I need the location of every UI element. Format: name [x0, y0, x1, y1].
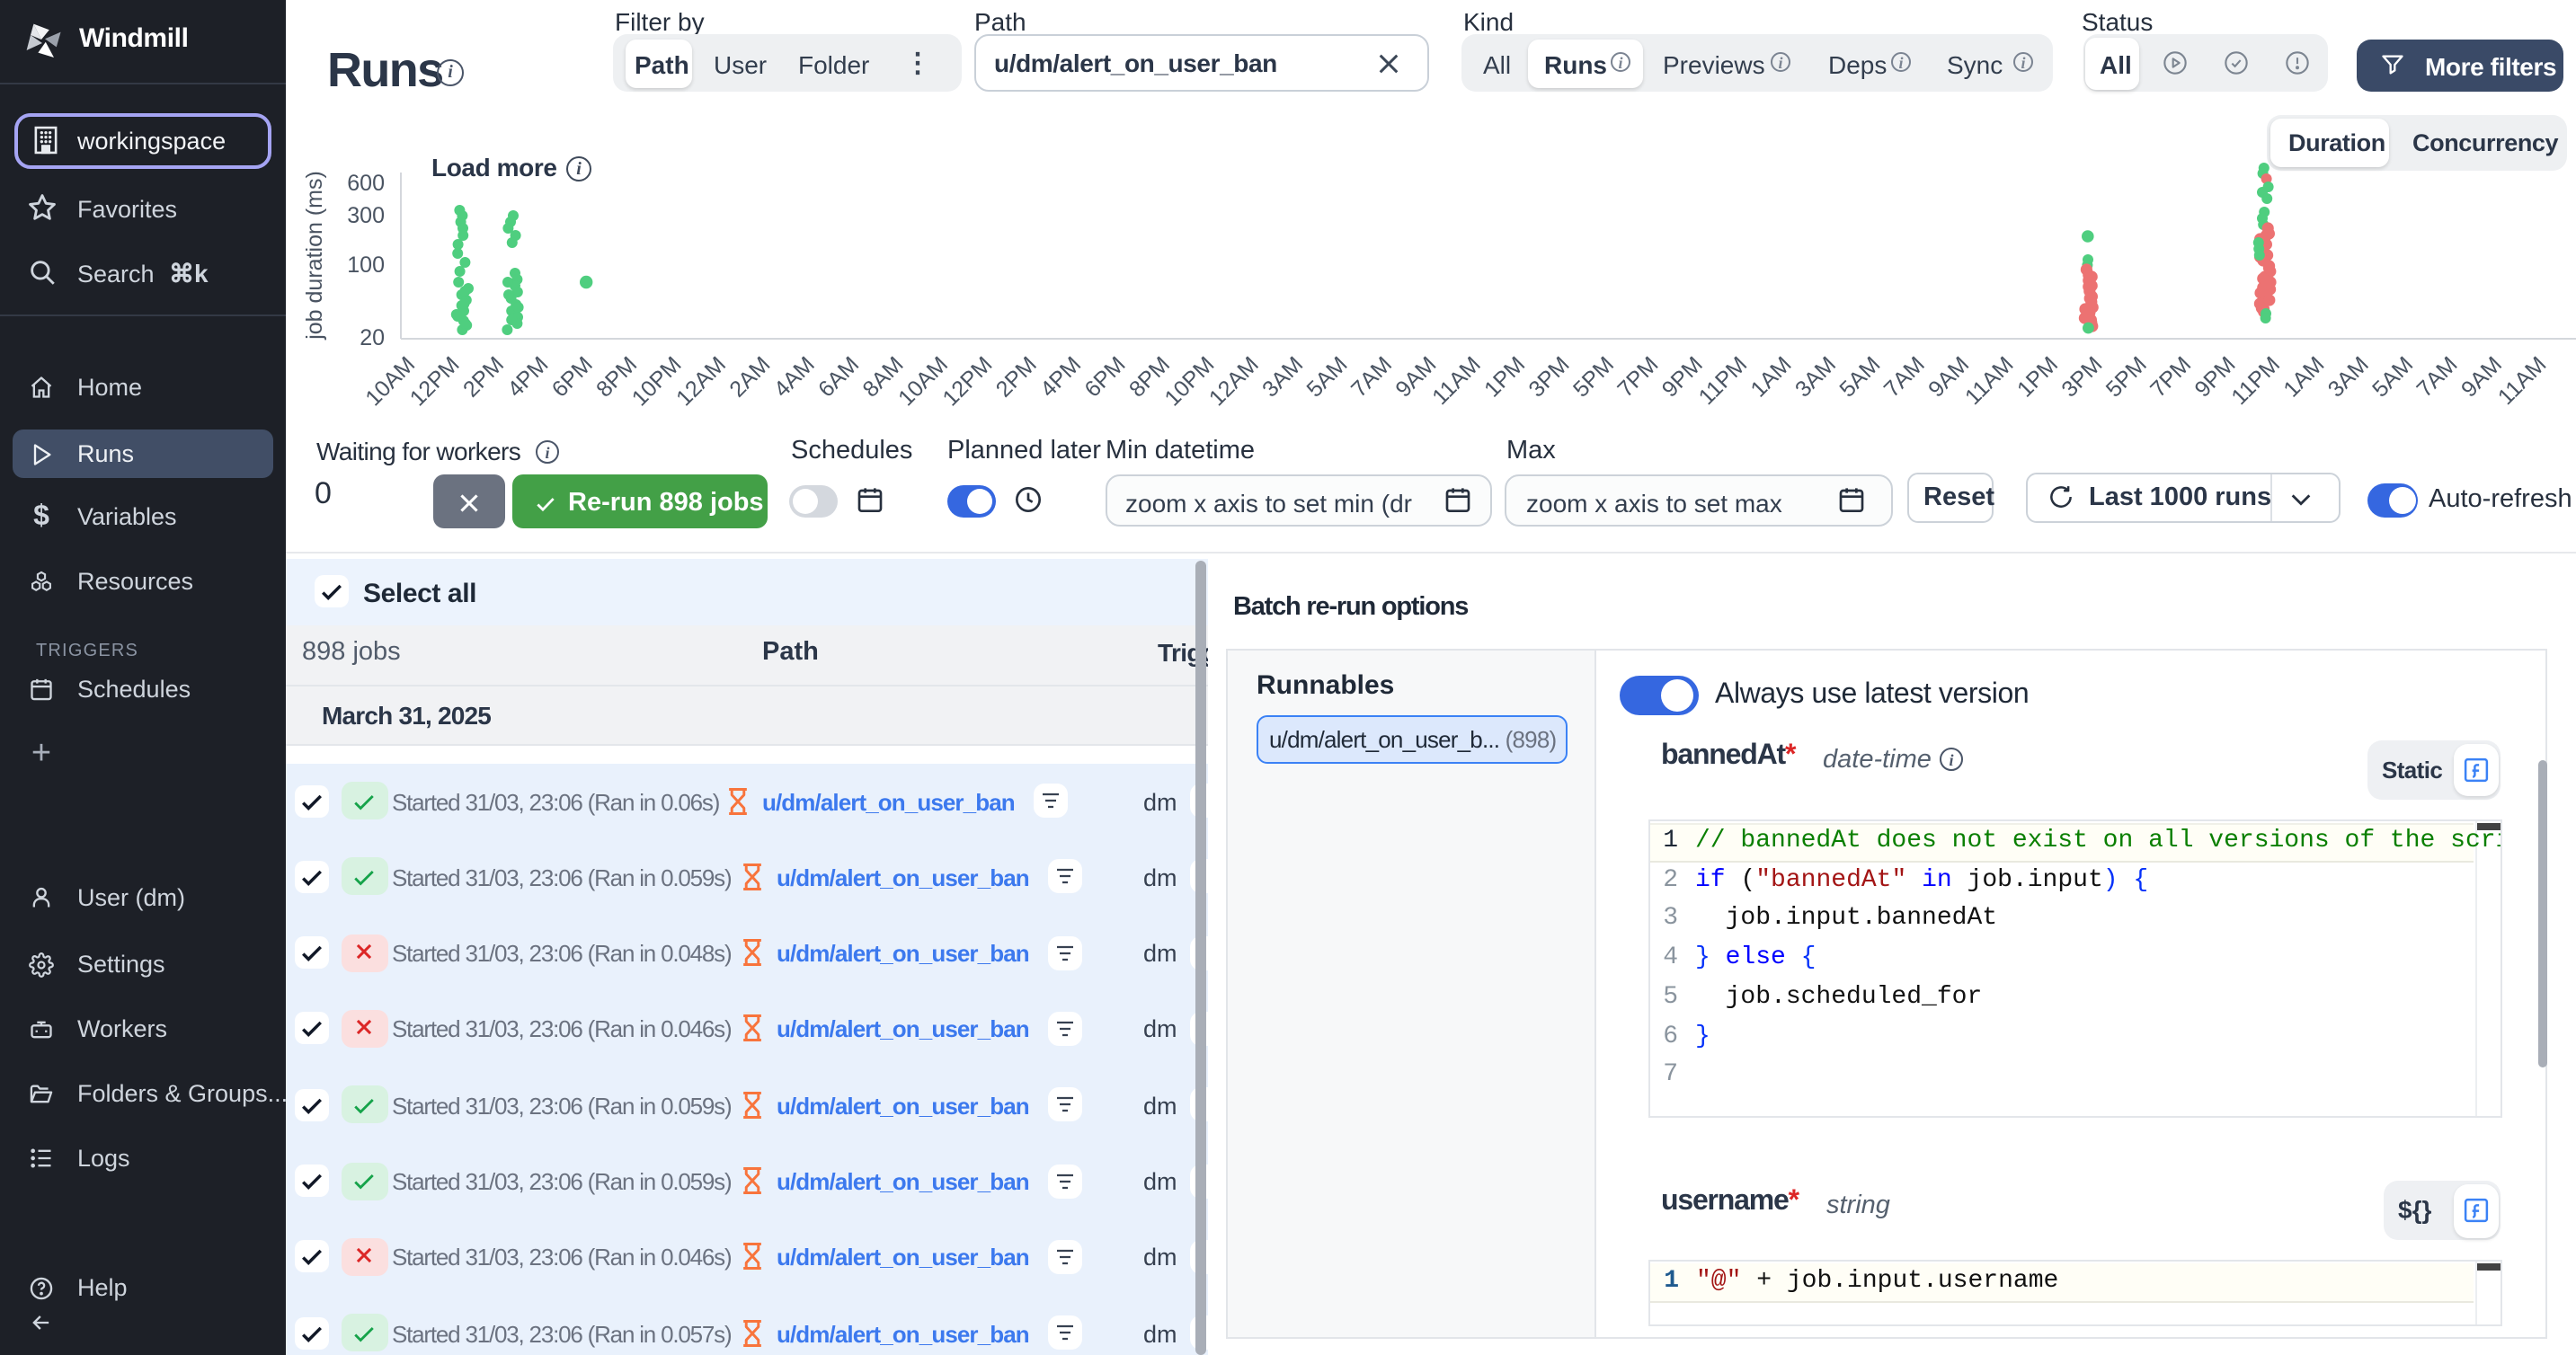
svg-text:12AM: 12AM [671, 351, 731, 411]
svg-text:3AM: 3AM [1257, 351, 1308, 402]
svg-text:job duration (ms): job duration (ms) [302, 171, 327, 341]
svg-text:6PM: 6PM [1079, 351, 1130, 402]
svg-text:5PM: 5PM [1568, 351, 1619, 402]
svg-text:4AM: 4AM [769, 351, 820, 402]
svg-text:600: 600 [347, 171, 385, 196]
svg-text:100: 100 [347, 252, 385, 278]
svg-text:1PM: 1PM [1479, 351, 1530, 402]
svg-text:1AM: 1AM [1745, 351, 1796, 402]
svg-text:11PM: 11PM [1694, 351, 1753, 410]
svg-text:1PM: 1PM [2012, 351, 2063, 402]
svg-text:11AM: 11AM [1960, 351, 2019, 410]
svg-text:7AM: 7AM [2412, 351, 2462, 402]
svg-text:11AM: 11AM [1427, 351, 1486, 410]
svg-text:1AM: 1AM [2278, 351, 2329, 402]
svg-text:10PM: 10PM [1159, 351, 1219, 411]
svg-text:300: 300 [347, 203, 385, 228]
svg-text:3AM: 3AM [2323, 351, 2374, 402]
svg-text:3AM: 3AM [1790, 351, 1841, 402]
svg-text:4PM: 4PM [502, 351, 553, 402]
svg-text:7PM: 7PM [2145, 351, 2196, 402]
svg-text:5AM: 5AM [2367, 351, 2418, 402]
svg-text:10AM: 10AM [360, 351, 420, 411]
svg-text:5PM: 5PM [2101, 351, 2152, 402]
svg-text:11PM: 11PM [2226, 351, 2285, 410]
svg-text:6AM: 6AM [813, 351, 864, 402]
svg-text:12AM: 12AM [1204, 351, 1264, 411]
svg-text:3PM: 3PM [1523, 351, 1574, 402]
svg-text:5AM: 5AM [1301, 351, 1352, 402]
svg-text:4PM: 4PM [1035, 351, 1086, 402]
svg-text:20: 20 [360, 325, 385, 350]
svg-text:12PM: 12PM [405, 351, 465, 411]
svg-text:10PM: 10PM [627, 351, 687, 411]
svg-text:7AM: 7AM [1879, 351, 1930, 402]
svg-text:10AM: 10AM [893, 351, 953, 411]
svg-text:5AM: 5AM [1834, 351, 1885, 402]
svg-text:7PM: 7PM [1612, 351, 1663, 402]
svg-text:2PM: 2PM [991, 351, 1042, 402]
svg-text:6PM: 6PM [547, 351, 598, 402]
svg-text:2PM: 2PM [458, 351, 509, 402]
svg-text:11AM: 11AM [2493, 351, 2552, 410]
svg-text:12PM: 12PM [937, 351, 997, 411]
svg-text:2AM: 2AM [724, 351, 775, 402]
svg-text:7AM: 7AM [1346, 351, 1397, 402]
svg-text:3PM: 3PM [2056, 351, 2107, 402]
